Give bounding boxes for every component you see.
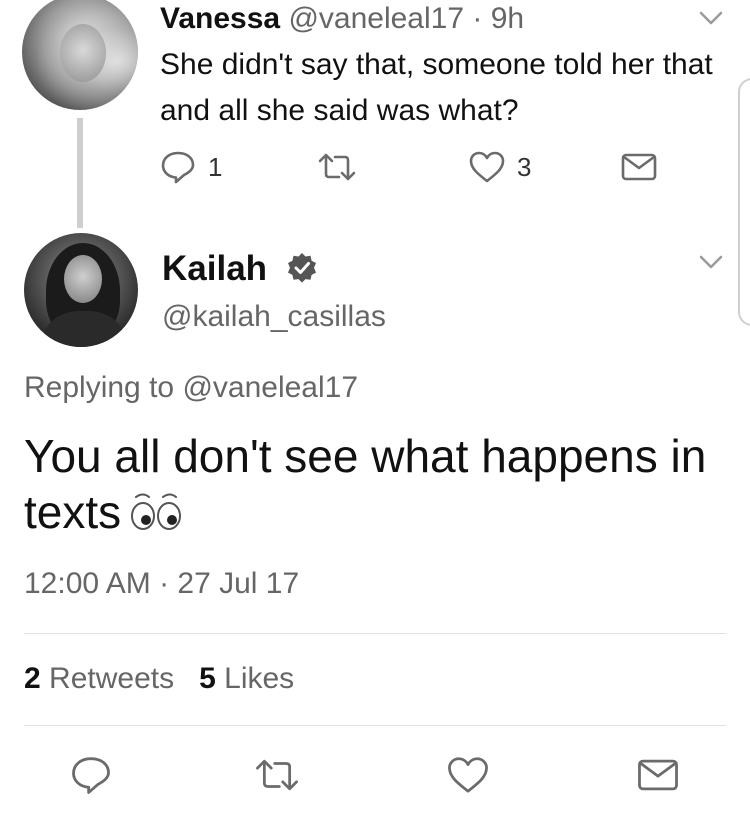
envelope-icon [621,153,657,181]
retweets-stat[interactable]: 2 Retweets [24,662,174,695]
verified-badge-icon [286,252,318,284]
heart-icon [448,757,488,793]
retweet-button[interactable] [254,755,300,795]
main-author-handle[interactable]: @kailah_casillas [162,300,386,334]
like-count: 3 [517,152,532,182]
chevron-down-icon[interactable] [696,250,726,274]
retweets-label: Retweets [49,662,175,695]
heart-icon [469,151,505,183]
divider [24,633,726,634]
envelope-icon [638,759,678,791]
scroll-edge-handle[interactable] [738,78,750,326]
main-tweet-text: You all don't see what happens in texts [24,430,707,538]
replying-to-line: Replying to @vaneleal17 [24,371,358,405]
main-author-name[interactable]: Kailah [162,249,267,289]
separator-dot: · [472,2,483,35]
retweet-button[interactable] [317,150,357,184]
avatar-kailah[interactable] [24,233,138,347]
like-button[interactable] [446,755,490,795]
reply-tweet-text: She didn't say that, someone told her th… [160,48,713,127]
reply-time: 9h [490,2,525,35]
engagement-stats: 2 Retweets 5 Likes [24,662,294,696]
reply-tweet-header: Vanessa @vaneleal17 · 9h [160,2,524,36]
reply-author-handle[interactable]: @vaneleal17 [288,2,464,35]
divider [24,725,726,726]
eyes-emoji [129,488,185,544]
avatar-vanessa[interactable] [22,0,138,110]
dm-button[interactable] [636,755,680,795]
avatar-face [64,255,102,303]
retweet-count: 2 [24,662,41,695]
main-tweet-text-block: You all don't see what happens in texts [24,428,734,544]
replying-prefix: Replying to [24,371,175,404]
reply-button[interactable] [70,755,112,795]
reply-icon [72,757,110,794]
like-button[interactable] [468,150,506,184]
likes-stat[interactable]: 5 Likes [199,662,294,695]
thread-connector-line [77,118,83,228]
chevron-down-icon[interactable] [696,6,726,30]
reply-button[interactable] [160,150,196,184]
tweet-timestamp: 12:00 AM · 27 Jul 17 [24,567,300,600]
reply-author-name[interactable]: Vanessa [160,2,280,35]
likes-count: 5 [199,662,216,695]
retweet-icon [256,759,298,791]
avatar-face [60,24,106,82]
likes-label: Likes [224,662,295,695]
reply-count: 1 [208,152,223,182]
retweet-icon [318,153,356,181]
replying-to-link[interactable]: @vaneleal17 [182,371,358,404]
dm-button[interactable] [620,150,658,184]
reply-icon [161,151,195,184]
